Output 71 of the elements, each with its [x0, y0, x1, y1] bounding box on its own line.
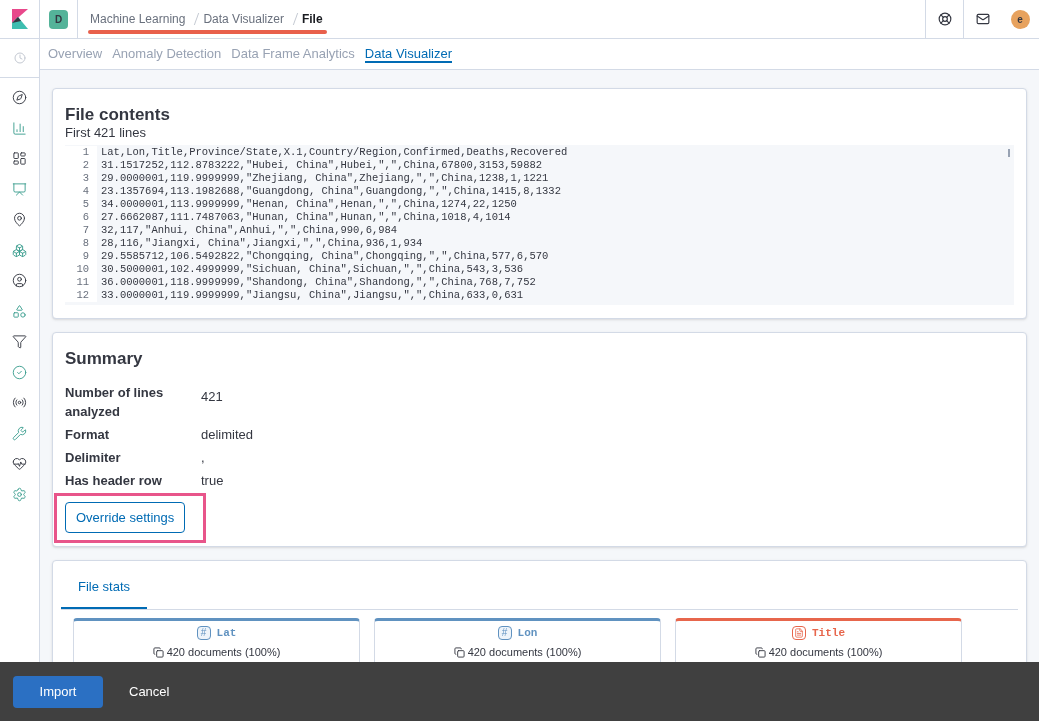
help-icon[interactable] [937, 12, 952, 26]
panel-subtitle: First 421 lines [65, 125, 147, 141]
code-line: 36.0000001,118.9999999,"Shandong, China",Shandong,",",China,768,7,752 [100, 276, 536, 289]
filter-icon[interactable] [12, 334, 27, 349]
nav-tab[interactable]: Data Visualizer [364, 45, 453, 63]
scrollbar-thumb [1008, 149, 1010, 157]
line-number: 6 [65, 211, 97, 224]
documents-icon [754, 646, 766, 658]
code-line: 32,117,"Anhui, China",Anhui,",",China,990,6,984 [100, 224, 398, 237]
breadcrumb[interactable]: Machine Learning [90, 10, 186, 28]
panel-title: File contents [65, 105, 171, 125]
line-number: 5 [65, 198, 97, 211]
summary-value: , [201, 449, 206, 467]
line-number: 1 [65, 146, 97, 159]
field-name: Title [812, 625, 845, 641]
compass-icon[interactable] [12, 90, 27, 105]
panel-title: Summary [65, 349, 144, 369]
summary-value: true [201, 472, 225, 490]
cancel-button[interactable]: Cancel [112, 675, 187, 708]
check-circle-icon[interactable] [12, 364, 27, 380]
summary-label: Has header row [65, 472, 163, 490]
code-line: 34.0000001,113.9999999,"Henan, China",Henan,",",China,1274,22,1250 [100, 198, 517, 211]
summary-label: Number of lines analyzed [65, 384, 165, 421]
file-stats-tab[interactable]: File stats [61, 577, 147, 609]
summary-value: delimited [201, 426, 255, 444]
document-count: 420 documents (100%) [768, 645, 883, 660]
number-type-icon: # [196, 625, 211, 640]
dashboard-icon[interactable] [12, 151, 27, 166]
line-number: 7 [65, 224, 97, 237]
code-line: 23.1357694,113.1982688,"Guangdong, China",Guangdong,",",China,1415,8,1332 [100, 185, 561, 198]
signal-icon[interactable] [12, 395, 27, 410]
override-settings-button[interactable]: Override settings [65, 502, 186, 533]
code-line: Lat,Lon,Title,Province/State,X.1,Country/Region,Confirmed,Deaths,Recovered [100, 146, 568, 159]
documents-icon [152, 646, 164, 658]
number-type-icon: # [497, 625, 512, 640]
code-line: 28,116,"Jiangxi, China",Jiangxi,",",China,936,1,934 [100, 237, 423, 250]
line-number: 3 [65, 172, 97, 185]
breadcrumb[interactable]: Data Visualizer [203, 10, 284, 28]
map-pin-icon[interactable] [12, 212, 27, 227]
summary-label: Delimiter [65, 449, 122, 467]
code-line: 27.6662087,111.7487063,"Hunan, China",Hunan,",",China,1018,4,1014 [100, 211, 511, 224]
mail-icon[interactable] [975, 12, 990, 26]
breadcrumb[interactable]: File [301, 10, 323, 28]
line-number: 8 [65, 237, 97, 250]
line-number: 2 [65, 159, 97, 172]
field-name: Lat [216, 625, 237, 641]
line-number: 10 [65, 263, 97, 276]
user-avatar[interactable]: e [1010, 9, 1030, 29]
summary-label: Format [65, 426, 111, 444]
space-badge[interactable]: D [49, 9, 68, 29]
line-number: 11 [65, 276, 97, 289]
line-number: 12 [65, 289, 97, 302]
heart-pulse-icon[interactable] [12, 456, 27, 471]
code-line: 29.5585712,106.5492822,"Chongqing, China",Chongqing,",",China,577,6,570 [100, 250, 549, 263]
logo-icon[interactable] [11, 9, 28, 29]
line-number: 4 [65, 185, 97, 198]
code-line: 33.0000001,119.9999999,"Jiangsu, China",Jiangsu,",",China,633,0,631 [100, 289, 524, 302]
code-line: 31.1517252,112.8783222,"Hubei, China",Hubei,",",China,67800,3153,59882 [100, 159, 543, 172]
boxes-icon[interactable] [12, 242, 27, 258]
code-line: 30.5000001,102.4999999,"Sichuan, China",Sichuan,",",China,543,3,536 [100, 263, 524, 276]
document-count: 420 documents (100%) [467, 645, 582, 660]
documents-icon [453, 646, 465, 658]
wrench-icon[interactable] [12, 425, 27, 441]
document-count: 420 documents (100%) [166, 645, 281, 660]
line-number: 9 [65, 250, 97, 263]
import-button[interactable]: Import [13, 675, 103, 708]
text-type-icon [792, 625, 806, 640]
field-name: Lon [517, 625, 538, 641]
summary-value: 421 [201, 388, 224, 406]
user-icon[interactable] [12, 273, 27, 288]
code-line: 29.0000001,119.9999999,"Zhejiang, China",Zhejiang,",",China,1238,1,1221 [100, 172, 549, 185]
